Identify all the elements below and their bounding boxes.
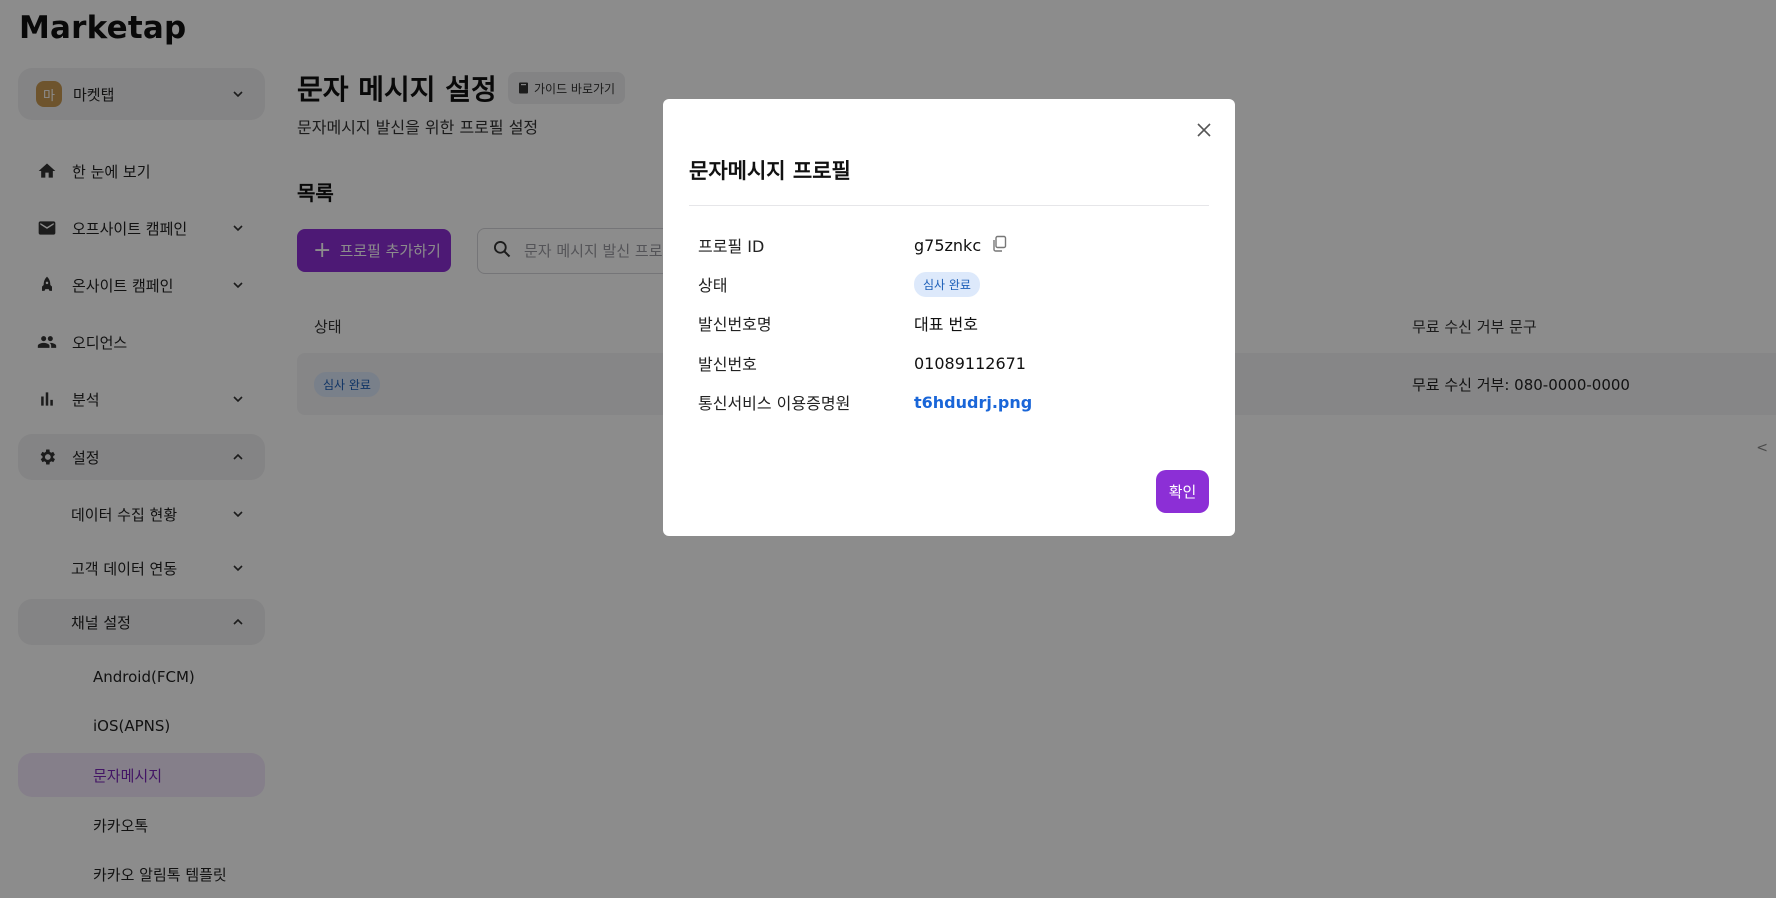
field-label: 상태 bbox=[698, 276, 728, 295]
sender-number-value: 01089112671 bbox=[914, 353, 1026, 373]
certificate-file-link[interactable]: t6hdudrj.png bbox=[914, 393, 1032, 412]
field-label: 프로필 ID bbox=[698, 237, 765, 256]
field-label: 통신서비스 이용증명원 bbox=[698, 394, 851, 413]
modal-title: 문자메시지 프로필 bbox=[689, 159, 851, 183]
field-value-wrapper: 심사 완료 bbox=[914, 271, 980, 297]
profile-modal: 문자메시지 프로필 프로필 ID g75znkc 상태 심사 완료 발신번호명 … bbox=[663, 99, 1235, 536]
field-value-wrapper: g75znkc bbox=[914, 235, 1008, 256]
close-icon[interactable] bbox=[1193, 119, 1215, 141]
field-sender-name: 발신번호명 대표 번호 bbox=[698, 308, 1209, 338]
field-profile-id: 프로필 ID g75znkc bbox=[698, 230, 1209, 260]
field-label: 발신번호명 bbox=[698, 315, 772, 334]
confirm-button[interactable]: 확인 bbox=[1156, 470, 1209, 513]
field-status: 상태 심사 완료 bbox=[698, 269, 1209, 299]
sender-name-value: 대표 번호 bbox=[914, 315, 978, 334]
profile-id-value: g75znkc bbox=[914, 235, 982, 255]
copy-icon[interactable] bbox=[991, 235, 1008, 256]
field-label: 발신번호 bbox=[698, 355, 757, 374]
status-badge: 심사 완료 bbox=[914, 271, 980, 297]
field-sender-number: 발신번호 01089112671 bbox=[698, 348, 1209, 378]
modal-divider bbox=[689, 205, 1209, 206]
field-certificate: 통신서비스 이용증명원 t6hdudrj.png bbox=[698, 387, 1209, 417]
